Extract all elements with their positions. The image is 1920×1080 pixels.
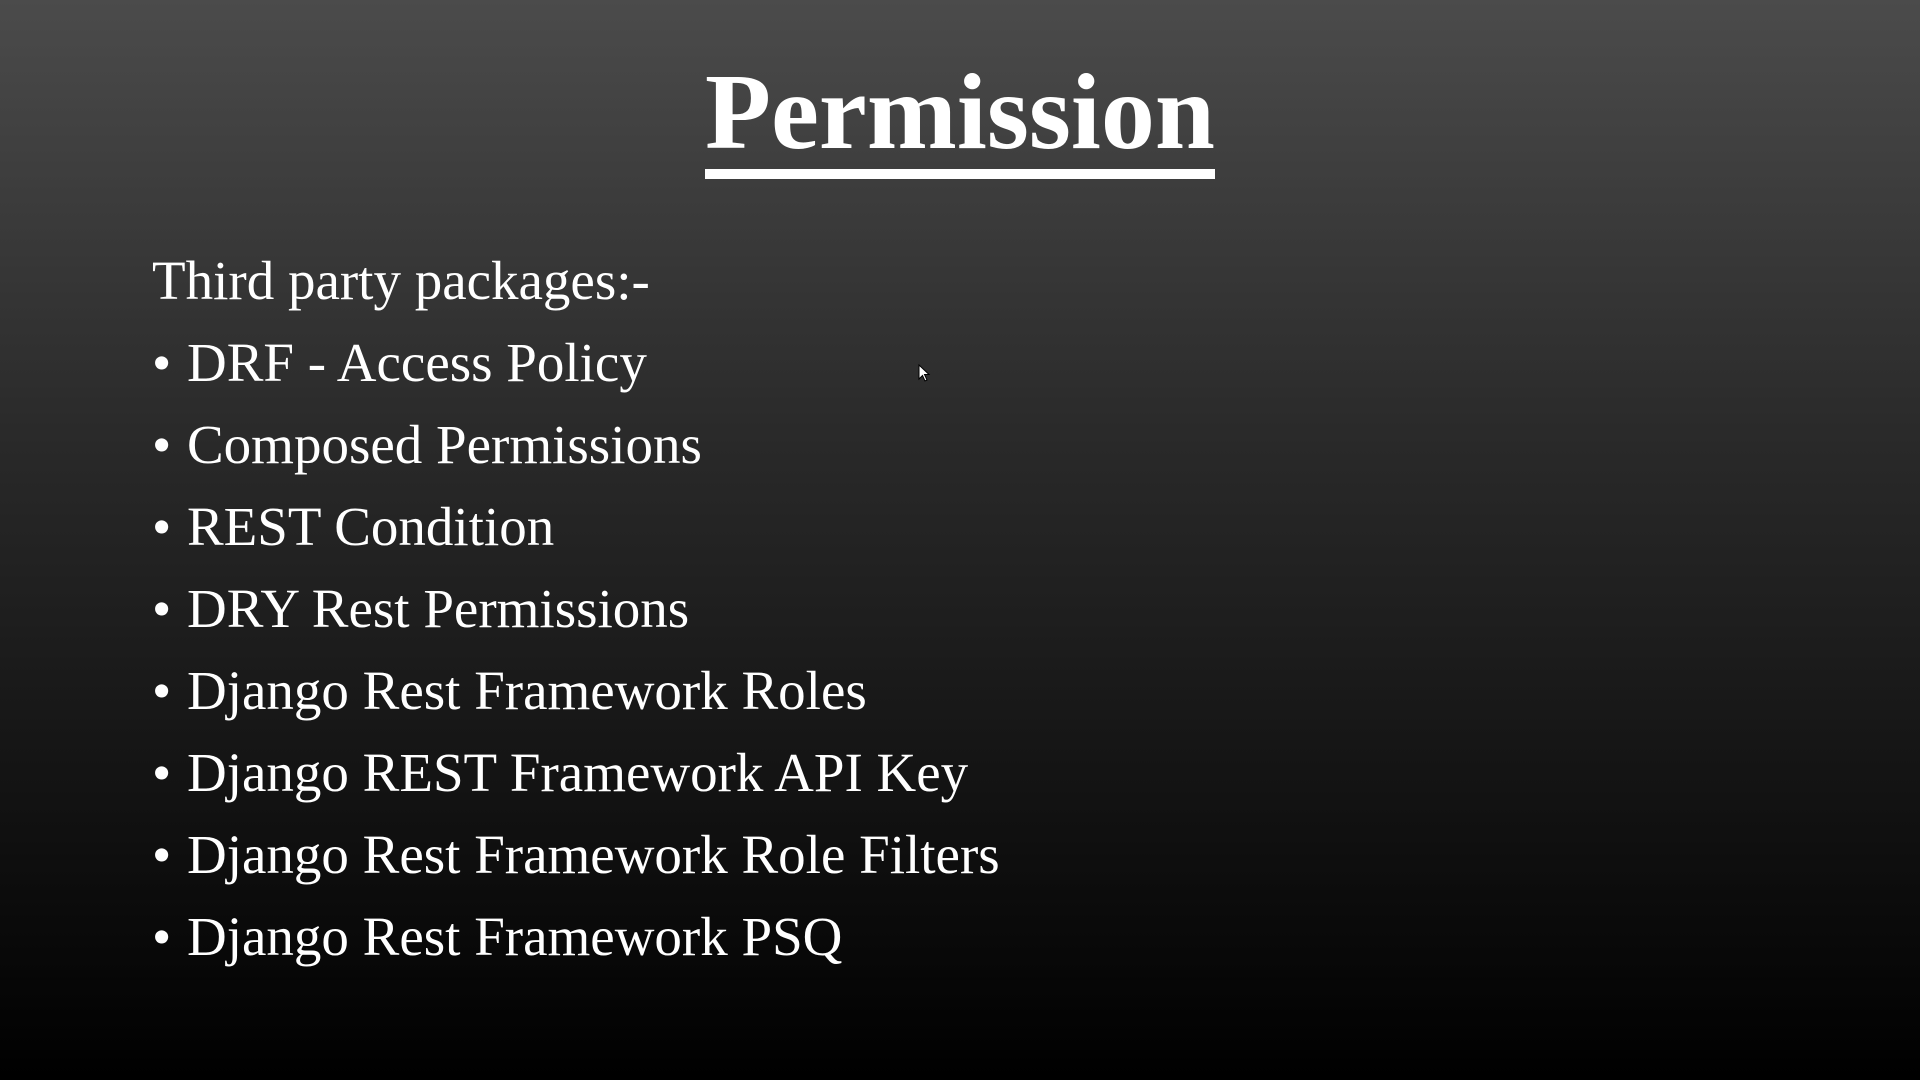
bullet-icon: • <box>152 332 172 393</box>
bullet-icon: • <box>152 660 172 721</box>
bullet-icon: • <box>152 906 172 967</box>
bullet-item: • REST Condition <box>152 486 1000 568</box>
bullet-icon: • <box>152 496 172 557</box>
bullet-item-label: Django Rest Framework Roles <box>187 660 867 721</box>
bullet-item-label: DRY Rest Permissions <box>187 578 690 639</box>
bullet-item: • Django Rest Framework Roles <box>152 650 1000 732</box>
bullet-item-label: Django Rest Framework Role Filters <box>187 824 1000 885</box>
mouse-pointer-icon <box>918 364 931 382</box>
bullet-icon: • <box>152 578 172 639</box>
intro-text: Third party packages:- <box>152 250 650 311</box>
bullet-item-label: Django Rest Framework PSQ <box>187 906 843 967</box>
bullet-item: • Django Rest Framework PSQ <box>152 896 1000 978</box>
bullet-icon: • <box>152 742 172 803</box>
slide-title: Permission <box>0 48 1920 180</box>
slide-content: Third party packages:- • DRF - Access Pol… <box>152 240 1000 978</box>
bullet-item: • Composed Permissions <box>152 404 1000 486</box>
bullet-item: • Django REST Framework API Key <box>152 732 1000 814</box>
bullet-item: • DRF - Access Policy <box>152 322 1000 404</box>
bullet-item-label: REST Condition <box>187 496 555 557</box>
bullet-icon: • <box>152 414 172 475</box>
bullet-item-label: DRF - Access Policy <box>187 332 647 393</box>
bullet-icon: • <box>152 824 172 885</box>
bullet-list: • DRF - Access Policy • Composed Permission… <box>152 322 1000 978</box>
bullet-item: • DRY Rest Permissions <box>152 568 1000 650</box>
bullet-item-label: Django REST Framework API Key <box>187 742 969 803</box>
bullet-item-label: Composed Permissions <box>187 414 702 475</box>
bullet-item: • Django Rest Framework Role Filters <box>152 814 1000 896</box>
